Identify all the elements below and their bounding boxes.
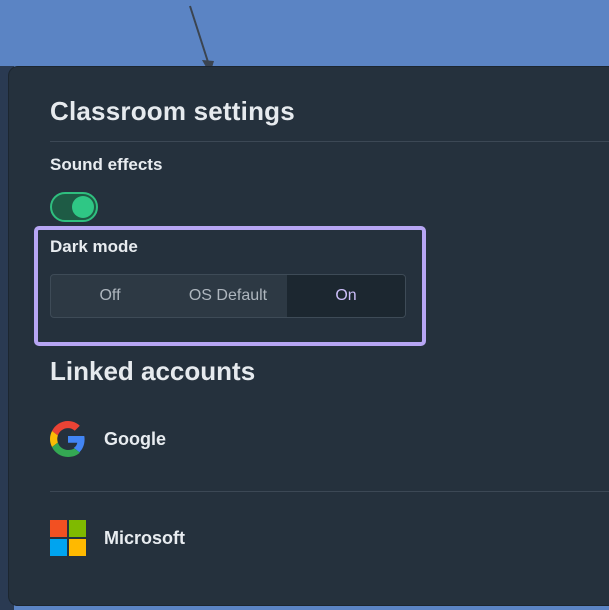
toggle-knob [72, 196, 94, 218]
google-account-label: Google [104, 428, 166, 449]
sound-effects-label: Sound effects [50, 155, 163, 174]
google-icon [50, 421, 85, 457]
microsoft-account-row[interactable]: Microsoft [50, 520, 185, 556]
page-title: Classroom settings [50, 96, 295, 126]
google-account-row[interactable]: Google [50, 421, 166, 457]
linked-accounts-title: Linked accounts [50, 356, 256, 386]
accounts-divider [50, 491, 609, 492]
title-divider [50, 141, 609, 142]
dark-mode-highlight-box [34, 226, 426, 346]
microsoft-icon [50, 520, 86, 556]
annotation-arrow [189, 5, 214, 74]
microsoft-account-label: Microsoft [104, 527, 185, 548]
sound-effects-toggle[interactable] [50, 192, 98, 222]
